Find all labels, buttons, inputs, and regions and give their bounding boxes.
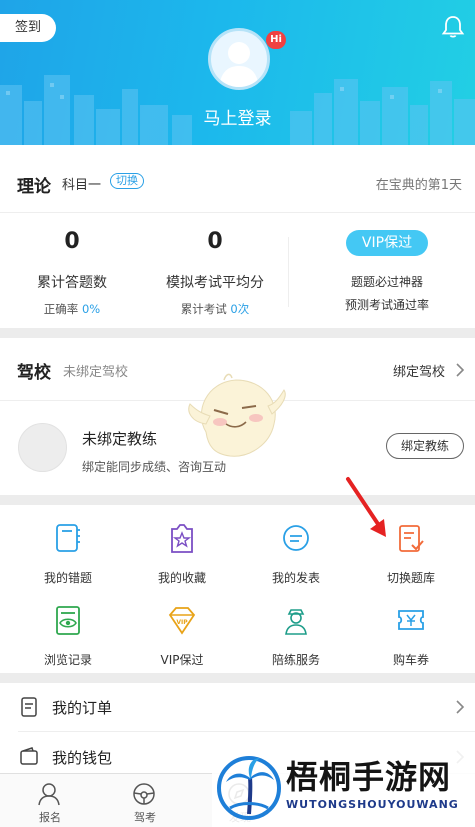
chat-bubble-icon bbox=[283, 525, 309, 551]
hi-badge: Hi bbox=[266, 31, 286, 49]
school-title: 驾校 bbox=[17, 363, 51, 383]
exam-count-text: 累计考试 0次 bbox=[180, 302, 250, 316]
grid-label: VIP保过 bbox=[160, 653, 204, 667]
grid-item-browse-history[interactable]: 浏览记录 bbox=[9, 593, 127, 673]
palm-tree-logo-icon bbox=[217, 756, 281, 820]
theory-subject: 科目一 bbox=[62, 178, 102, 193]
chevron-right-icon[interactable] bbox=[455, 362, 465, 378]
divider bbox=[18, 731, 475, 732]
signup-icon bbox=[38, 783, 60, 806]
coach-person-icon bbox=[285, 609, 307, 635]
notebook-icon bbox=[56, 524, 80, 552]
order-doc-icon bbox=[21, 697, 37, 717]
watermark-subtitle: WUTONGSHOUYOUWANG bbox=[286, 798, 459, 811]
red-arrow-annotation bbox=[346, 477, 386, 537]
tab-driving-test[interactable]: 驾考 bbox=[95, 774, 195, 827]
grid-item-car-voucher[interactable]: 购车券 bbox=[352, 593, 470, 673]
vip-predict-text: 预测考试通过率 bbox=[344, 298, 429, 312]
chevron-right-icon bbox=[456, 700, 465, 714]
answers-label: 累计答题数 bbox=[37, 275, 107, 291]
login-link[interactable]: 马上登录 bbox=[0, 104, 475, 129]
coach-title: 未绑定教练 bbox=[82, 430, 158, 448]
list-item-label: 我的订单 bbox=[52, 699, 113, 717]
grid-item-vip[interactable]: VIP VIP保过 bbox=[123, 593, 241, 673]
grid-label: 我的收藏 bbox=[157, 571, 206, 585]
grid-item-wrong-questions[interactable]: 我的错题 bbox=[9, 511, 127, 591]
grid-label: 我的错题 bbox=[43, 571, 92, 585]
vip-pass-button[interactable]: VIP保过 bbox=[346, 230, 428, 256]
profile-header: 签到 Hi 马上登录 bbox=[0, 0, 475, 145]
switch-bank-icon bbox=[399, 525, 424, 552]
default-avatar-icon bbox=[219, 42, 259, 87]
mascot-illustration bbox=[188, 373, 286, 457]
bind-school-link[interactable]: 绑定驾校 bbox=[393, 361, 445, 380]
sign-in-button[interactable]: 签到 bbox=[0, 14, 56, 42]
switch-subject-button[interactable]: 切换 bbox=[110, 173, 144, 189]
watermark: 梧桐手游网 WUTONGSHOUYOUWANG bbox=[212, 748, 475, 827]
diamond-icon: VIP bbox=[168, 607, 196, 635]
theory-title: 理论 bbox=[17, 177, 51, 197]
school-status: 未绑定驾校 bbox=[63, 365, 129, 380]
watermark-title: 梧桐手游网 bbox=[286, 758, 452, 796]
grid-label: 切换题库 bbox=[386, 571, 435, 585]
tab-label: 报名 bbox=[39, 811, 61, 824]
svg-text:VIP: VIP bbox=[176, 619, 188, 626]
vip-tagline: 题题必过神器 bbox=[350, 275, 423, 289]
bind-coach-button[interactable]: 绑定教练 bbox=[386, 433, 464, 459]
steering-wheel-icon bbox=[133, 783, 155, 805]
grid-item-coach-service[interactable]: 陪练服务 bbox=[237, 593, 355, 673]
user-avatar[interactable] bbox=[208, 28, 270, 90]
grid-item-my-posts[interactable]: 我的发表 bbox=[237, 511, 355, 591]
exam-average-label: 模拟考试平均分 bbox=[166, 275, 264, 291]
tab-signup[interactable]: 报名 bbox=[0, 774, 100, 827]
yen-ticket-icon bbox=[398, 610, 424, 630]
tab-label: 驾考 bbox=[134, 811, 156, 824]
grid-item-favorites[interactable]: 我的收藏 bbox=[123, 511, 241, 591]
vertical-divider bbox=[288, 237, 289, 307]
exam-average-value: 0 bbox=[207, 229, 223, 254]
divider bbox=[0, 212, 475, 213]
list-item-label: 我的钱包 bbox=[52, 749, 113, 767]
bell-icon[interactable] bbox=[440, 14, 466, 40]
wallet-icon bbox=[20, 747, 38, 765]
coach-avatar bbox=[18, 423, 67, 472]
eye-doc-icon bbox=[56, 606, 80, 635]
answers-count: 0 bbox=[64, 229, 80, 254]
accuracy-text: 正确率 0% bbox=[43, 302, 101, 316]
star-bag-icon bbox=[171, 524, 193, 553]
list-item-my-orders[interactable]: 我的订单 bbox=[0, 683, 475, 732]
feature-grid: 我的错题 我的收藏 我的发表 切换题库 浏览记录 VIP VIP保过 陪练服务 … bbox=[0, 505, 475, 673]
grid-label: 我的发表 bbox=[271, 571, 320, 585]
theory-card: 理论 科目一 切换 在宝典的第1天 0 累计答题数 正确率 0% 0 模拟考试平… bbox=[0, 145, 475, 328]
days-in-app-text: 在宝典的第1天 bbox=[375, 178, 462, 193]
grid-label: 浏览记录 bbox=[43, 653, 92, 667]
grid-label: 陪练服务 bbox=[271, 653, 320, 667]
grid-label: 购车券 bbox=[392, 653, 429, 667]
